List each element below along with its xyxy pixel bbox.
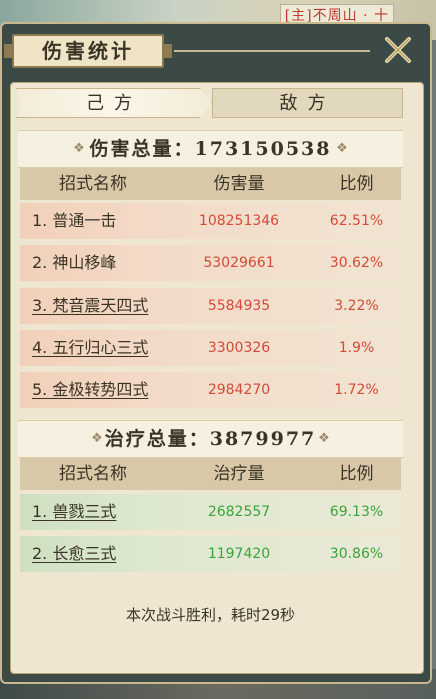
heal-percent: 69.13% bbox=[329, 504, 384, 520]
ornament-icon: ❖ bbox=[336, 141, 348, 156]
close-icon bbox=[385, 37, 411, 63]
skill-name-link[interactable]: 3. 梵音震天四式 bbox=[32, 288, 172, 324]
damage-value: 5584935 bbox=[207, 298, 271, 314]
table-row: 5. 金极转势四式 2984270 1.72% bbox=[20, 372, 401, 408]
battle-result-text: 本次战斗胜利，耗时29秒 bbox=[125, 606, 296, 624]
heal-total-title: 治疗总量：3879977 bbox=[104, 428, 317, 450]
heal-percent: 30.86% bbox=[329, 546, 384, 562]
col-ratio: 比例 bbox=[339, 464, 374, 484]
skill-name-link[interactable]: 2. 长愈三式 bbox=[32, 536, 172, 572]
damage-percent: 3.22% bbox=[334, 298, 379, 314]
damage-percent: 62.51% bbox=[329, 213, 384, 229]
damage-percent: 1.72% bbox=[334, 382, 379, 398]
col-healing: 治疗量 bbox=[213, 464, 265, 484]
table-row: 4. 五行归心三式 3300326 1.9% bbox=[20, 330, 401, 366]
damage-percent: 30.62% bbox=[329, 255, 384, 271]
col-skill-name: 招式名称 bbox=[59, 464, 127, 484]
table-row: 3. 梵音震天四式 5584935 3.22% bbox=[20, 288, 401, 324]
table-row: 2. 长愈三式 1197420 30.86% bbox=[20, 536, 401, 572]
side-tabs: 己方 敌方 bbox=[16, 88, 403, 118]
table-row: 1. 兽戮三式 2682557 69.13% bbox=[20, 494, 401, 530]
damage-table-header: 招式名称 伤害量 比例 bbox=[20, 168, 401, 200]
skill-name-link[interactable]: 1. 兽戮三式 bbox=[32, 494, 172, 530]
damage-value: 2984270 bbox=[207, 382, 271, 398]
title-divider bbox=[174, 50, 370, 52]
tab-enemy[interactable]: 敌方 bbox=[212, 88, 403, 118]
heal-table-header: 招式名称 治疗量 比例 bbox=[20, 458, 401, 490]
heal-value: 1197420 bbox=[207, 546, 271, 562]
table-row: 2. 神山移峰 53029661 30.62% bbox=[20, 245, 401, 281]
skill-name-link[interactable]: 4. 五行归心三式 bbox=[32, 330, 172, 366]
col-ratio: 比例 bbox=[339, 174, 374, 194]
heal-value: 2682557 bbox=[207, 504, 271, 520]
damage-value: 53029661 bbox=[203, 255, 275, 271]
damage-value: 3300326 bbox=[207, 340, 271, 356]
window-title: 伤害统计 bbox=[42, 39, 134, 63]
damage-percent: 1.9% bbox=[338, 340, 375, 356]
tab-ally[interactable]: 己方 bbox=[16, 88, 212, 118]
skill-name-link[interactable]: 5. 金极转势四式 bbox=[32, 372, 172, 408]
title-banner: 伤害统计 bbox=[4, 34, 172, 68]
damage-value: 108251346 bbox=[198, 213, 280, 229]
table-row: 1. 普通一击 108251346 62.51% bbox=[20, 203, 401, 239]
heal-total-header: ❖ 治疗总量：3879977 ❖ bbox=[18, 420, 403, 458]
skill-name: 2. 神山移峰 bbox=[32, 253, 117, 272]
col-damage: 伤害量 bbox=[213, 174, 265, 194]
ornament-icon: ❖ bbox=[318, 431, 330, 446]
close-button[interactable] bbox=[380, 32, 416, 68]
damage-total-header: ❖ 伤害总量：173150538 ❖ bbox=[18, 130, 403, 168]
skill-name: 1. 普通一击 bbox=[32, 211, 117, 230]
col-skill-name: 招式名称 bbox=[59, 174, 127, 194]
